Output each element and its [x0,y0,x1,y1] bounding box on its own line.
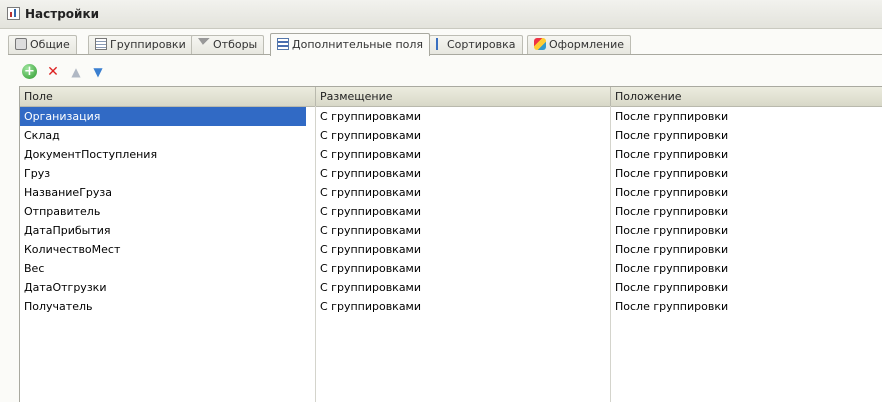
placement-cell[interactable]: С группировками [316,126,611,145]
tab-filters[interactable]: Отборы [191,35,265,54]
table-body: Организация С группировками После группиро… [20,107,882,402]
placement-cell[interactable]: С группировками [316,297,611,316]
table-row[interactable]: ДокументПоступления С группировками После … [20,145,882,164]
column-header-placement[interactable]: Размещение [316,87,611,106]
settings-tabs: Общие Группировки Отборы Дополнительные … [8,33,882,56]
add-icon[interactable]: + [22,64,37,79]
paint-icon [534,38,546,50]
placement-cell[interactable]: С группировками [316,145,611,164]
placement-cell[interactable]: С группировками [316,278,611,297]
field-cell[interactable]: Склад [20,126,306,145]
field-cell[interactable]: НазваниеГруза [20,183,306,202]
column-header-position[interactable]: Положение [611,87,882,106]
tab-groupings[interactable]: Группировки [88,35,193,54]
position-cell[interactable]: После группировки [611,278,882,297]
field-cell[interactable]: КоличествоМест [20,240,306,259]
tab-appearance[interactable]: Оформление [527,35,631,54]
field-cell[interactable]: Получатель [20,297,306,316]
report-icon [7,7,20,20]
position-cell[interactable]: После группировки [611,145,882,164]
placement-cell[interactable]: С группировками [316,107,611,126]
position-cell[interactable]: После группировки [611,164,882,183]
placement-cell[interactable]: С группировками [316,202,611,221]
placement-cell[interactable]: С группировками [316,240,611,259]
position-cell[interactable]: После группировки [611,221,882,240]
sort-icon [436,38,444,50]
position-cell[interactable]: После группировки [611,107,882,126]
position-cell[interactable]: После группировки [611,126,882,145]
position-cell[interactable]: После группировки [611,202,882,221]
fields-table[interactable]: Поле Размещение Положение Организация С г… [19,86,882,402]
tabs-baseline [8,54,882,55]
table-row[interactable]: Груз С группировками После группировки [20,164,882,183]
tab-sorting[interactable]: Сортировка [429,35,523,54]
table-row[interactable]: НазваниеГруза С группировками После группи… [20,183,882,202]
field-cell[interactable]: ДокументПоступления [20,145,306,164]
window-titlebar: Настройки [0,0,882,29]
position-cell[interactable]: После группировки [611,259,882,278]
placement-cell[interactable]: С группировками [316,259,611,278]
table-row[interactable]: ДатаПрибытия С группировками После группир… [20,221,882,240]
field-cell[interactable]: Организация [20,107,306,126]
placement-cell[interactable]: С группировками [316,221,611,240]
delete-icon[interactable]: ✕ [45,64,61,80]
grouping-icon [95,38,107,50]
placement-cell[interactable]: С группировками [316,164,611,183]
position-cell[interactable]: После группировки [611,183,882,202]
table-row[interactable]: Организация С группировками После группиро… [20,107,882,126]
window-title: Настройки [25,7,100,21]
position-cell[interactable]: После группировки [611,240,882,259]
table-row[interactable]: КоличествоМест С группировками После групп… [20,240,882,259]
tab-additional-fields[interactable]: Дополнительные поля [270,33,431,56]
field-cell[interactable]: Груз [20,164,306,183]
arrow-up-icon[interactable]: ▲ [68,64,84,80]
table-row[interactable]: Склад С группировками После группировки [20,126,882,145]
table-row[interactable]: Отправитель С группировками После группиро… [20,202,882,221]
field-cell[interactable]: Вес [20,259,306,278]
filter-icon [198,38,210,50]
field-cell[interactable]: ДатаПрибытия [20,221,306,240]
tab-general[interactable]: Общие [8,35,77,54]
wrench-icon [15,38,27,50]
arrow-down-icon[interactable]: ▼ [90,64,106,80]
column-header-field[interactable]: Поле [20,87,316,106]
placement-cell[interactable]: С группировками [316,183,611,202]
fields-list-icon [277,38,289,50]
field-cell[interactable]: Отправитель [20,202,306,221]
table-row[interactable]: Вес С группировками После группировки [20,259,882,278]
position-cell[interactable]: После группировки [611,297,882,316]
table-header: Поле Размещение Положение [20,87,882,107]
table-row[interactable]: Получатель С группировками После группиров… [20,297,882,316]
field-cell[interactable]: ДатаОтгрузки [20,278,306,297]
table-row[interactable]: ДатаОтгрузки С группировками После группир… [20,278,882,297]
